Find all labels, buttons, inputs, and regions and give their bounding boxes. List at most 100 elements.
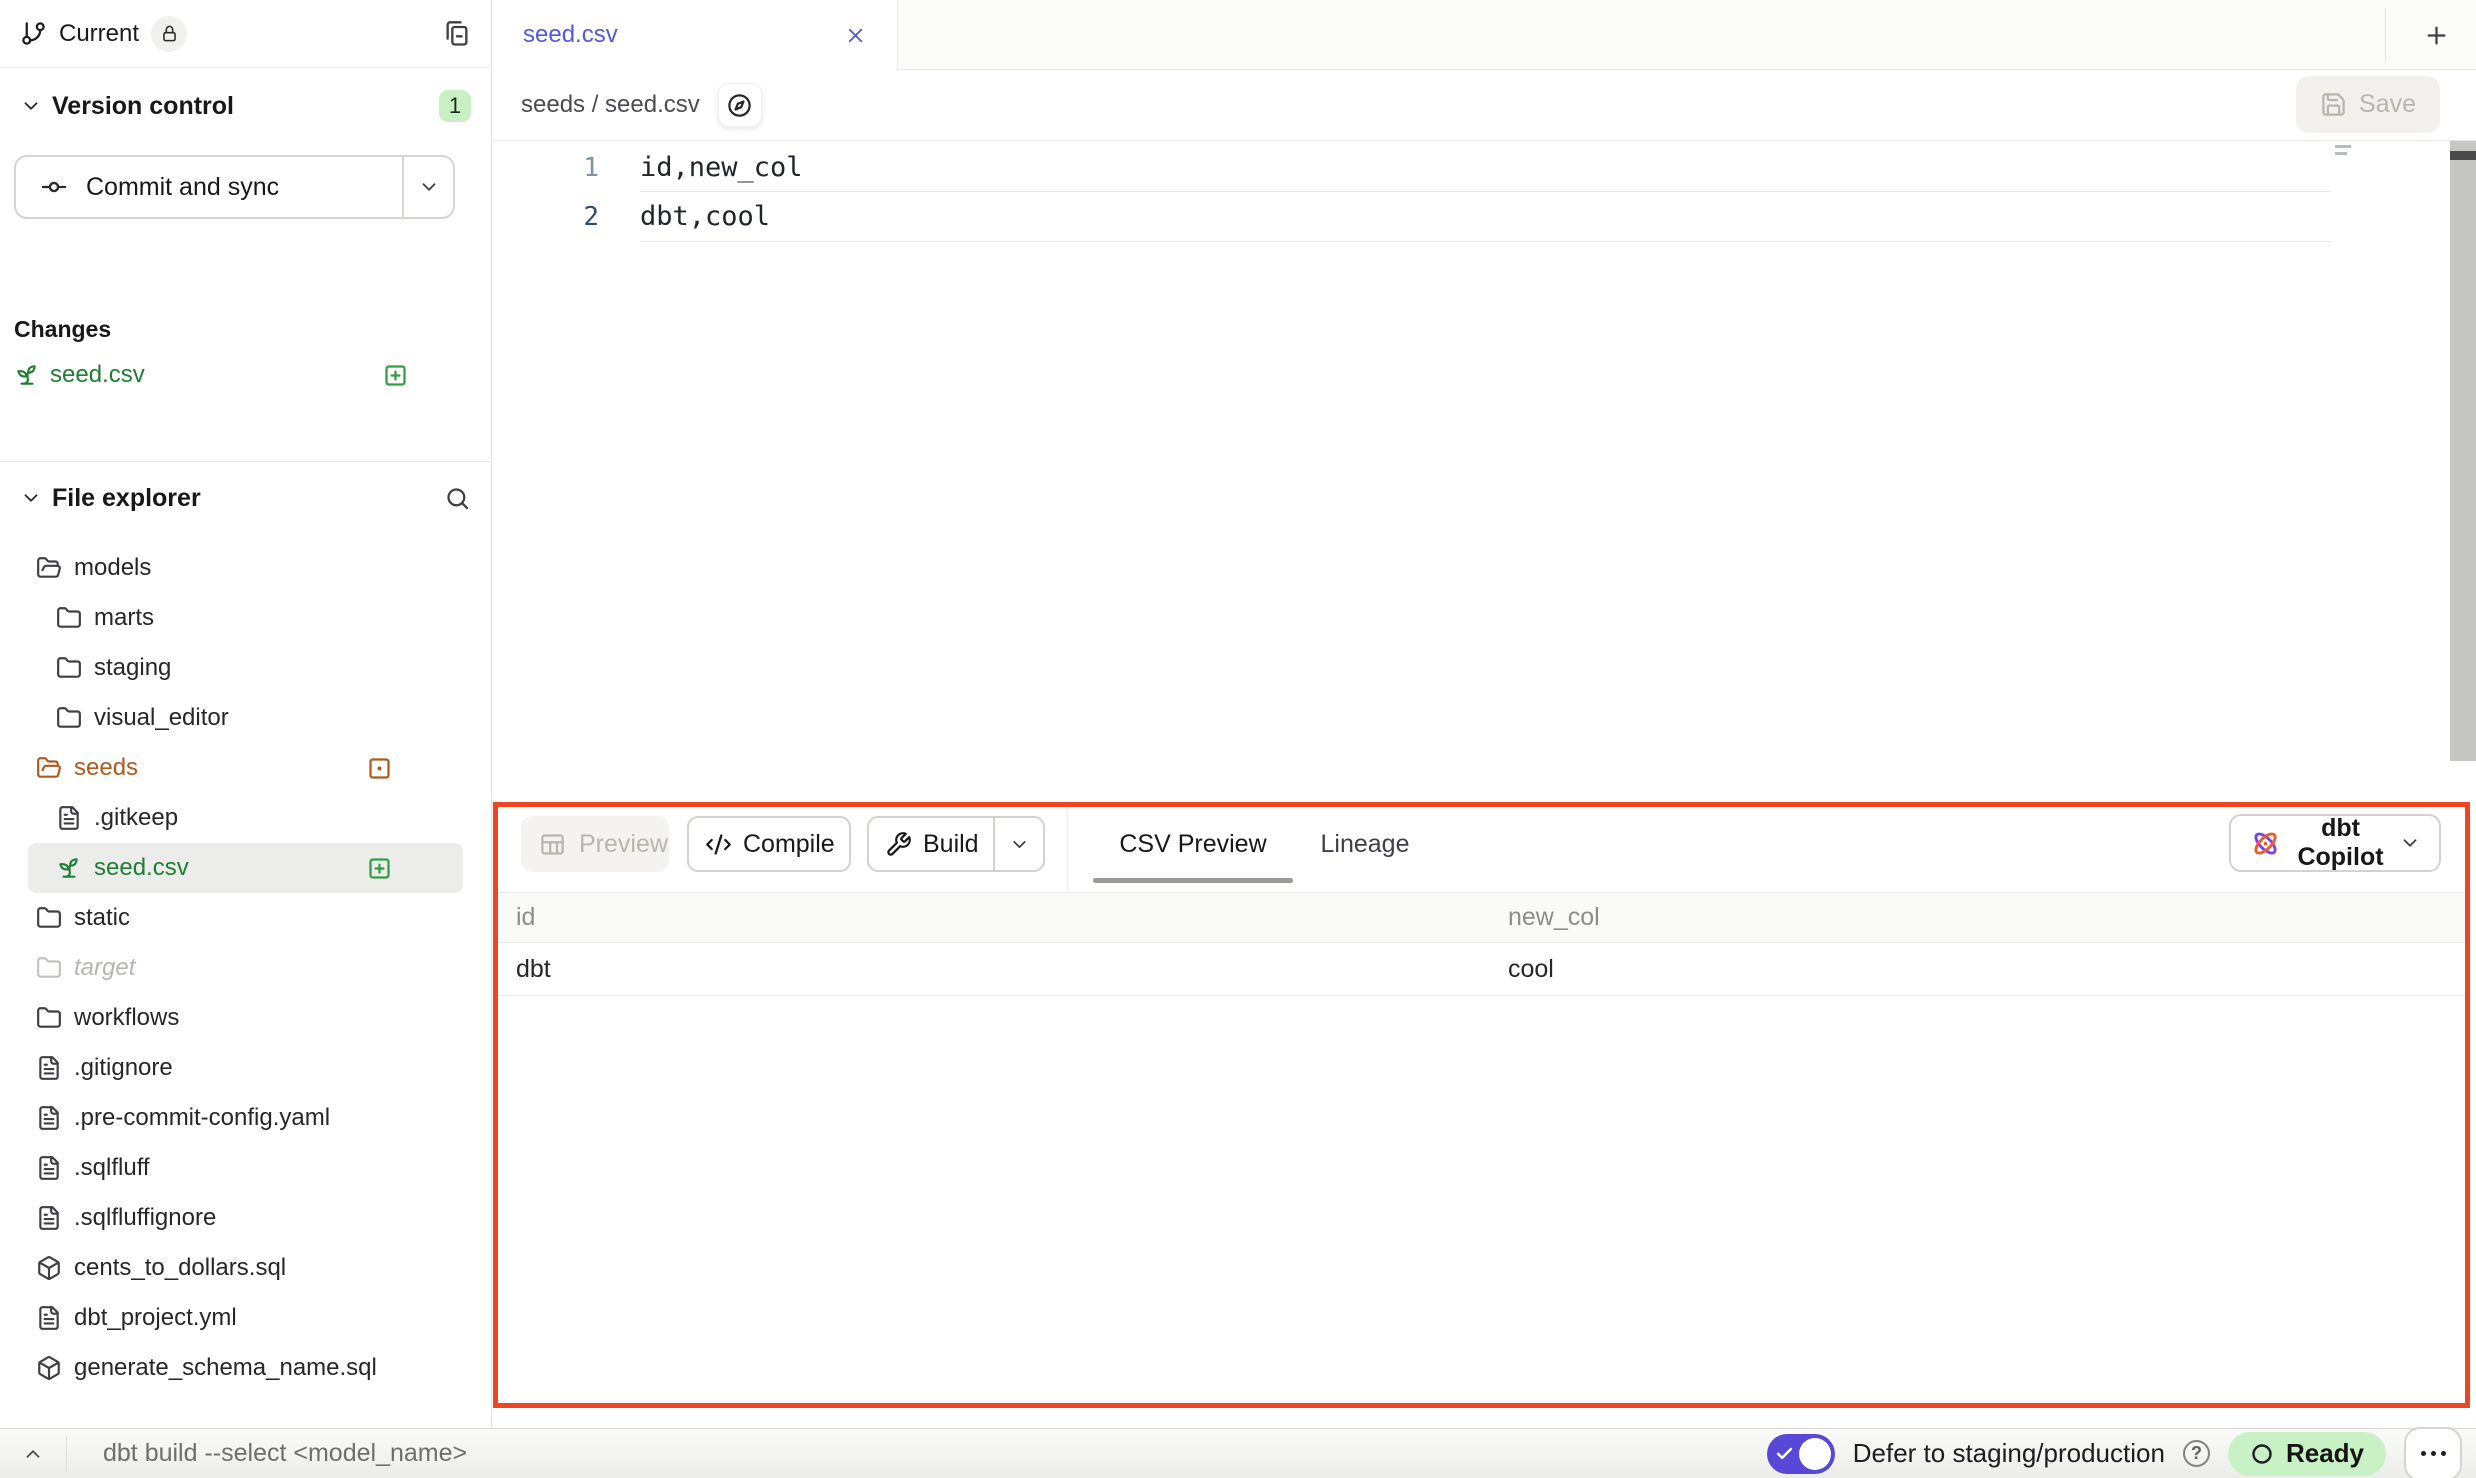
panel-toolbar: Preview Compile Build C — [498, 807, 2465, 891]
changed-file-row[interactable]: seed.csv — [14, 352, 455, 398]
code-text: id,new_col — [640, 152, 803, 183]
more-options-button[interactable] — [2404, 1427, 2462, 1478]
version-control-section: Version control 1 Commit and sync Change… — [0, 68, 491, 462]
code-line: 1 id,new_col — [493, 143, 2476, 192]
tabbar-divider — [2385, 8, 2386, 62]
defer-toggle-label: Defer to staging/production — [1853, 1438, 2165, 1469]
help-icon[interactable]: ? — [2183, 1440, 2210, 1467]
file-row-models[interactable]: models — [28, 543, 463, 593]
chevron-down-icon[interactable] — [20, 95, 42, 117]
tab-bar: seed.csv — [493, 0, 2476, 70]
expand-command-bar-button[interactable] — [0, 1429, 66, 1478]
added-badge-icon — [382, 362, 409, 389]
branch-header: Current — [0, 0, 491, 68]
status-label: Ready — [2286, 1438, 2364, 1469]
file-row-pre-commit-config[interactable]: .pre-commit-config.yaml — [28, 1093, 463, 1143]
dbt-copilot-button[interactable]: dbt Copilot — [2229, 814, 2441, 872]
file-row-gitignore[interactable]: .gitignore — [28, 1043, 463, 1093]
model-cube-icon — [36, 1255, 62, 1281]
lock-icon — [151, 16, 187, 52]
table-row[interactable]: dbt cool — [498, 943, 2465, 996]
sidebar: Current Version control 1 Commit and syn — [0, 0, 492, 1428]
copilot-compass-icon[interactable] — [718, 83, 762, 127]
file-row-seeds[interactable]: seeds — [28, 743, 463, 793]
file-row-cents-to-dollars[interactable]: cents_to_dollars.sql — [28, 1243, 463, 1293]
scrollbar-thumb[interactable] — [2450, 151, 2476, 160]
chevron-down-icon[interactable] — [20, 487, 42, 509]
breadcrumb: seeds / seed.csv — [521, 91, 700, 119]
file-row-static[interactable]: static — [28, 893, 463, 943]
table-icon — [539, 831, 566, 858]
search-icon[interactable] — [444, 485, 471, 512]
folder-icon — [36, 955, 62, 981]
dbt-ide-app: Current Version control 1 Commit and syn — [0, 0, 2476, 1478]
git-branch-icon — [20, 20, 47, 47]
file-row-sqlfluffignore[interactable]: .sqlfluffignore — [28, 1193, 463, 1243]
folder-icon — [56, 605, 82, 631]
save-button[interactable]: Save — [2296, 76, 2440, 133]
folder-open-icon — [36, 555, 62, 581]
preview-button[interactable]: Preview — [521, 816, 669, 872]
file-row-sqlfluff[interactable]: .sqlfluff — [28, 1143, 463, 1193]
file-row-workflows[interactable]: workflows — [28, 993, 463, 1043]
git-commit-icon — [40, 173, 68, 201]
file-row-staging[interactable]: staging — [28, 643, 463, 693]
file-icon — [36, 1055, 62, 1081]
dbt-copilot-icon — [2249, 827, 2282, 860]
status-circle-icon — [2250, 1442, 2274, 1466]
seedling-icon — [14, 362, 40, 388]
model-cube-icon — [36, 1355, 62, 1381]
status-badge[interactable]: Ready — [2228, 1432, 2386, 1476]
folder-icon — [56, 655, 82, 681]
commit-options-dropdown[interactable] — [402, 157, 453, 217]
file-icon — [36, 1105, 62, 1131]
modified-badge-icon — [366, 755, 393, 782]
editor-scrollbar[interactable] — [2450, 141, 2476, 761]
file-icon — [56, 805, 82, 831]
tab-csv-preview[interactable]: CSV Preview — [1093, 816, 1293, 872]
table-header-row: id new_col — [498, 892, 2465, 943]
status-bar: dbt build --select <model_name> Defer to… — [0, 1428, 2476, 1478]
file-row-target[interactable]: target — [28, 943, 463, 993]
file-row-visual-editor[interactable]: visual_editor — [28, 693, 463, 743]
copy-icon[interactable] — [443, 20, 471, 48]
active-tab-underline — [1093, 878, 1293, 883]
version-control-title: Version control — [52, 92, 234, 121]
close-tab-icon[interactable] — [844, 24, 867, 47]
tab-seed-csv[interactable]: seed.csv — [493, 0, 898, 70]
compile-button[interactable]: Compile — [687, 816, 851, 872]
defer-toggle[interactable] — [1767, 1434, 1835, 1474]
changes-heading: Changes — [14, 316, 111, 343]
breadcrumb-row: seeds / seed.csv Save — [493, 70, 2476, 140]
file-explorer-title: File explorer — [52, 484, 201, 513]
file-row-generate-schema-name[interactable]: generate_schema_name.sql — [28, 1343, 463, 1393]
code-icon — [705, 831, 732, 858]
column-header: new_col — [1508, 903, 2465, 932]
code-line: 2 dbt,cool — [493, 192, 2476, 241]
commit-and-sync-button[interactable]: Commit and sync — [14, 155, 455, 219]
results-panel-highlighted: Preview Compile Build C — [493, 802, 2470, 1408]
file-row-dbt-project[interactable]: dbt_project.yml — [28, 1293, 463, 1343]
changed-file-name: seed.csv — [50, 361, 145, 389]
check-icon — [1775, 1444, 1794, 1463]
build-options-dropdown[interactable] — [993, 818, 1043, 870]
folder-icon — [36, 905, 62, 931]
build-split-button[interactable]: Build — [867, 816, 1045, 872]
file-row-seed-csv[interactable]: seed.csv — [28, 843, 463, 893]
file-row-marts[interactable]: marts — [28, 593, 463, 643]
toolbar-divider — [1067, 807, 1068, 891]
changes-count-badge: 1 — [439, 90, 471, 122]
column-header: id — [498, 903, 1508, 932]
copilot-button-label: dbt Copilot — [2294, 814, 2387, 872]
commit-button-label: Commit and sync — [86, 173, 279, 202]
added-badge-icon — [366, 855, 393, 882]
code-editor[interactable]: 1 id,new_col 2 dbt,cool — [493, 140, 2476, 802]
file-row-gitkeep[interactable]: .gitkeep — [28, 793, 463, 843]
tab-lineage[interactable]: Lineage — [1320, 816, 1410, 872]
folder-open-icon — [36, 755, 62, 781]
table-cell: dbt — [498, 955, 1508, 984]
command-input[interactable]: dbt build --select <model_name> — [103, 1439, 467, 1468]
file-icon — [36, 1205, 62, 1231]
new-tab-button[interactable] — [2414, 13, 2458, 57]
minimap — [2335, 145, 2351, 159]
